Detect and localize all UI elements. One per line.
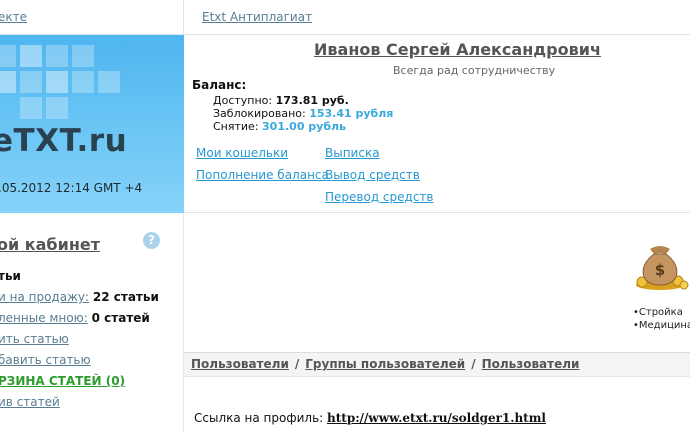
top-bar: екте Etxt Антиплагиат [0,0,690,35]
wallets-link[interactable]: Мои кошельки [196,146,288,160]
breadcrumb: Пользователи / Группы пользователей / По… [184,352,690,377]
sidebar-item-buy-link[interactable]: ить статью [0,332,69,346]
sidebar-item-mine: ленные мною: 0 статей [0,311,150,325]
sidebar-item-mine-count: 0 статей [91,311,150,325]
balance-withdraw-value: 301.00 рубль [262,120,347,133]
breadcrumb-separator-2: / [471,357,476,371]
top-left-link[interactable]: екте [0,10,27,24]
balance-available-label: Доступно: [213,94,273,107]
svg-text:$: $ [655,261,665,279]
balance-blocked-value: 153.41 рубля [309,107,394,120]
etxt-logo: eTXT.ru [0,123,127,159]
logo-tld: ru [88,123,128,159]
breadcrumb-current[interactable]: Пользователи [482,357,580,371]
top-bar-left-segment: екте [0,0,184,35]
logo-dot: . [76,123,89,159]
articles-heading: тьи [0,269,21,283]
sidebar-item-archive: ив статей [0,395,60,409]
withdrawal-link[interactable]: Вывод средств [325,168,420,182]
balance-withdraw: Снятие: 301.00 рубль [213,120,346,133]
balance-blocked-label: Заблокировано: [213,107,306,120]
sidebar-item-archive-link[interactable]: ив статей [0,395,60,409]
antiplagiat-link[interactable]: Etxt Антиплагиат [202,10,312,24]
logo-text: eTXT [0,123,77,159]
sidebar-item-mine-link[interactable]: ленные мною: [0,311,88,325]
sidebar-item-cart: РЗИНА СТАТЕЙ (0) [0,374,125,388]
money-bag-icon: $ [636,246,689,290]
server-datetime: .05.2012 12:14 GMT +4 [0,181,143,195]
help-icon[interactable]: ? [143,232,160,249]
sidebar-item-for-sale-link[interactable]: и на продажу: [0,290,89,304]
statement-link[interactable]: Выписка [325,146,380,160]
user-name-link[interactable]: Иванов Сергей Александрович [314,40,601,59]
user-motto: Всегда рад сотрудничеству [393,64,556,77]
balance-blocked: Заблокировано: 153.41 рубля [213,107,393,120]
balance-title: Баланс: [192,78,247,92]
breadcrumb-user-groups[interactable]: Группы пользователей [305,357,465,371]
balance-withdraw-label: Снятие: [213,120,259,133]
promo-line-construction[interactable]: •Стройка [633,307,683,318]
profile-panel: Иванов Сергей Александрович Всегда рад с… [184,35,690,213]
breadcrumb-separator-1: / [294,357,300,371]
breadcrumb-users[interactable]: Пользователи [191,357,289,371]
cabinet-title-link[interactable]: ой кабинет [0,235,100,254]
profile-link-label: Ссылка на профиль: [194,411,324,425]
sidebar: ой кабинет ? тьи и на продажу: 22 статьи… [0,213,184,432]
sidebar-item-for-sale: и на продажу: 22 статьи [0,290,159,304]
sidebar-item-buy: ить статью [0,332,69,346]
profile-link-row: Ссылка на профиль: http://www.etxt.ru/so… [194,411,546,425]
sidebar-item-for-sale-count: 22 статьи [92,290,159,304]
logo-panel: eTXT.ru .05.2012 12:14 GMT +4 [0,35,184,213]
balance-available-value: 173.81 руб. [275,94,349,107]
balance-available: Доступно: 173.81 руб. [213,94,349,107]
promo-panel: $ •Стройка •Медицина [184,213,690,352]
sidebar-item-add-link[interactable]: бавить статью [0,353,91,367]
sidebar-item-cart-link[interactable]: РЗИНА СТАТЕЙ (0) [0,374,125,388]
promo-line-medicine[interactable]: •Медицина [633,320,690,331]
sidebar-item-add: бавить статью [0,353,91,367]
transfer-link[interactable]: Перевод средств [325,190,434,204]
topup-link[interactable]: Пополнение баланса [196,168,329,182]
profile-url-link[interactable]: http://www.etxt.ru/soldger1.html [327,411,546,425]
